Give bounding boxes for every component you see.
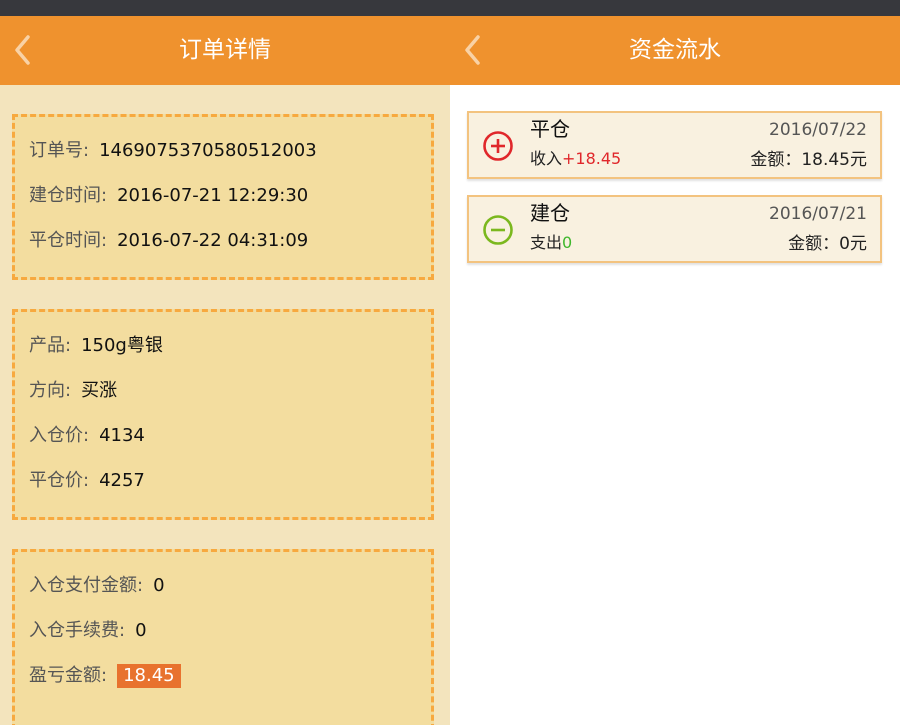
order-detail-panel: 订单详情 订单号: 1469075370580512003 建仓时间: 2016-0… [0, 16, 450, 725]
flow-change-value: 0 [562, 233, 573, 252]
direction-value: 买涨 [81, 380, 118, 401]
fund-flow-header: 资金流水 [450, 16, 900, 85]
fund-flow-item[interactable]: 建仓 支出0 2016/07/21 金额：0元 [467, 195, 882, 263]
flow-item-title: 建仓 [530, 201, 570, 225]
close-time-label: 平仓时间: [29, 230, 108, 251]
flow-item-date: 2016/07/21 [769, 204, 867, 224]
entry-payment-row: 入仓支付金额: 0 [29, 571, 165, 601]
product-label: 产品: [29, 335, 72, 356]
product-row: 产品: 150g粤银 [29, 331, 163, 361]
page-title: 订单详情 [179, 37, 271, 63]
order-number-row: 订单号: 1469075370580512003 [29, 136, 317, 166]
profit-loss-row: 盈亏金额: 18.45 [29, 661, 181, 691]
page-title: 资金流水 [629, 37, 721, 63]
flow-item-date: 2016/07/22 [769, 120, 867, 140]
entry-price-row: 入仓价: 4134 [29, 421, 145, 451]
flow-type-label: 收入 [530, 149, 563, 168]
entry-fee-label: 入仓手续费: [29, 620, 126, 641]
flow-item-amount: 金额：0元 [788, 234, 867, 254]
product-info-section: 产品: 150g粤银 方向: 买涨 入仓价: 4134 平仓价: 4257 [12, 309, 434, 520]
direction-label: 方向: [29, 380, 72, 401]
flow-item-change: 支出0 [530, 231, 572, 255]
order-number-label: 订单号: [29, 140, 90, 161]
product-value: 150g粤银 [81, 335, 163, 356]
entry-fee-row: 入仓手续费: 0 [29, 616, 147, 646]
close-price-value: 4257 [99, 470, 145, 491]
flow-item-amount: 金额：18.45元 [750, 150, 867, 170]
profit-loss-badge: 18.45 [117, 664, 181, 688]
fund-flow-item[interactable]: 平仓 收入+18.45 2016/07/22 金额：18.45元 [467, 111, 882, 179]
open-time-row: 建仓时间: 2016-07-21 12:29:30 [29, 181, 308, 211]
payment-info-section: 入仓支付金额: 0 入仓手续费: 0 盈亏金额: 18.45 [12, 549, 434, 725]
direction-row: 方向: 买涨 [29, 376, 117, 406]
entry-fee-value: 0 [135, 620, 147, 641]
profit-loss-label: 盈亏金额: [29, 665, 108, 686]
close-price-row: 平仓价: 4257 [29, 466, 145, 496]
open-time-label: 建仓时间: [29, 185, 108, 206]
entry-payment-value: 0 [153, 575, 165, 596]
flow-change-value: +18.45 [562, 149, 622, 168]
open-time-value: 2016-07-21 12:29:30 [117, 185, 309, 206]
close-time-value: 2016-07-22 04:31:09 [117, 230, 309, 251]
close-price-label: 平仓价: [29, 470, 90, 491]
flow-item-change: 收入+18.45 [530, 147, 621, 171]
close-time-row: 平仓时间: 2016-07-22 04:31:09 [29, 226, 308, 256]
status-bar [0, 0, 900, 16]
entry-price-label: 入仓价: [29, 425, 90, 446]
flow-type-label: 支出 [530, 233, 563, 252]
minus-circle-icon [483, 215, 513, 245]
flow-item-title: 平仓 [530, 117, 570, 141]
order-number-value: 1469075370580512003 [99, 140, 317, 161]
entry-payment-label: 入仓支付金额: [29, 575, 144, 596]
plus-circle-icon [483, 131, 513, 161]
order-detail-header: 订单详情 [0, 16, 450, 85]
order-info-section: 订单号: 1469075370580512003 建仓时间: 2016-07-21 … [12, 114, 434, 280]
fund-flow-panel: 资金流水 平仓 收入+18.45 2016/07/22 金额：18.45元 建仓… [450, 16, 900, 725]
entry-price-value: 4134 [99, 425, 145, 446]
